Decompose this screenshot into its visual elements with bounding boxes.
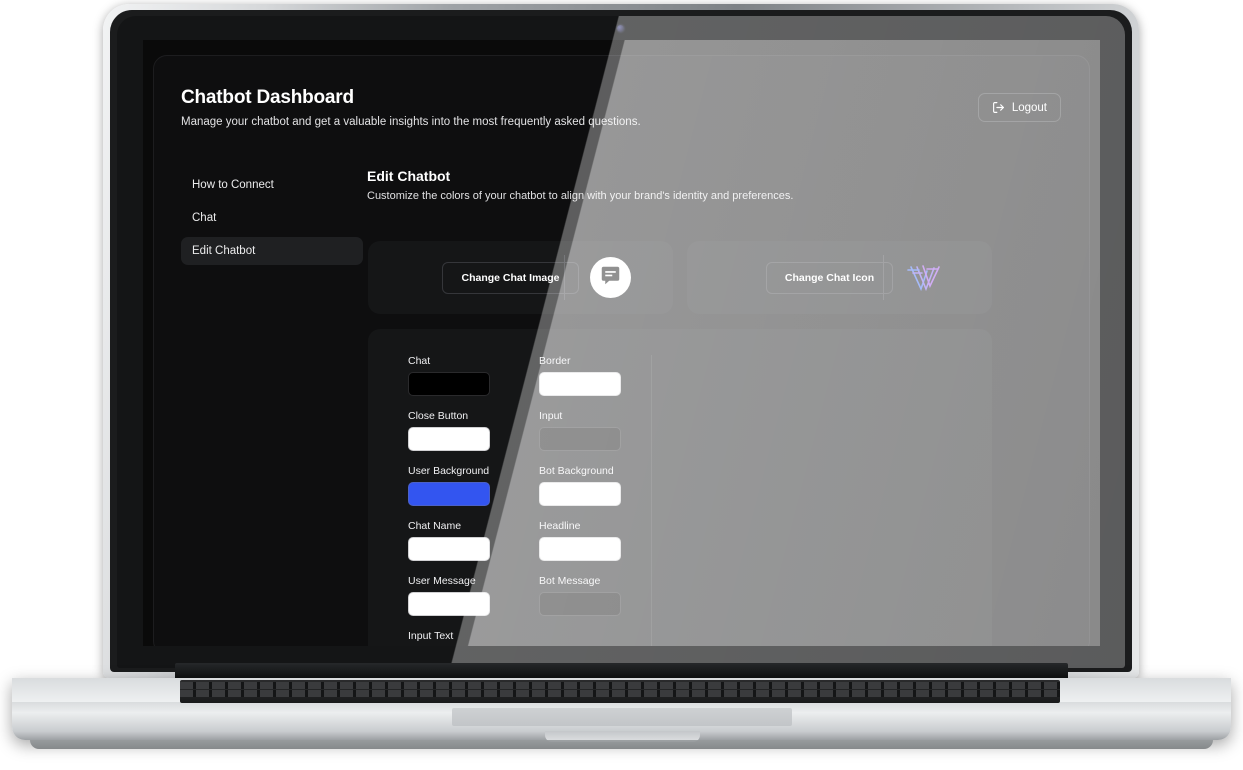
- chat-icon-panel: Change Chat Icon: [687, 241, 992, 314]
- sidebar-item-label: Edit Chatbot: [192, 245, 256, 257]
- sidebar: How to Connect Chat Edit Chatbot: [181, 171, 363, 270]
- swatch-label: Bot Background: [539, 465, 614, 477]
- screenshot-stage: Chatbot Dashboard Manage your chatbot an…: [0, 0, 1243, 770]
- main-heading-block: Edit Chatbot Customize the colors of you…: [367, 168, 1067, 202]
- swatch-color-chat[interactable]: [408, 372, 490, 396]
- sidebar-item-chat[interactable]: Chat: [181, 204, 363, 232]
- swatch-label: Chat: [408, 355, 431, 367]
- asset-panels: Change Chat Image Change Chat Icon: [368, 241, 992, 314]
- swatch-color-user-message[interactable]: [408, 592, 490, 616]
- page-card: Chatbot Dashboard Manage your chatbot an…: [153, 55, 1090, 646]
- swatch-bot-message: Bot Message: [539, 575, 631, 616]
- swatch-color-border[interactable]: [539, 372, 621, 396]
- swatch-label: Bot Message: [539, 575, 601, 587]
- section-subtitle: Customize the colors of your chatbot to …: [367, 190, 794, 202]
- page-subtitle: Manage your chatbot and get a valuable i…: [181, 116, 641, 128]
- laptop-base-foot: [30, 740, 1213, 749]
- logout-button-label: Logout: [1011, 101, 1047, 114]
- webcam-icon: [617, 25, 624, 32]
- swatch-bot-background: Bot Background: [539, 465, 631, 506]
- sidebar-item-label: Chat: [192, 212, 217, 224]
- swatch-label: User Message: [408, 575, 476, 587]
- section-title: Edit Chatbot: [367, 168, 451, 184]
- swatch-color-chat-name[interactable]: [408, 537, 490, 561]
- panel-divider: [564, 255, 565, 300]
- swatch-color-bot-message[interactable]: [539, 592, 621, 616]
- swatch-input-text: Input Text: [408, 630, 500, 646]
- chat-image-preview: [590, 257, 631, 298]
- screen: Chatbot Dashboard Manage your chatbot an…: [143, 40, 1100, 646]
- swatch-chat: Chat: [408, 355, 500, 396]
- sidebar-item-label: How to Connect: [192, 179, 274, 191]
- logout-icon: [992, 101, 1005, 114]
- laptop-keyboard: [180, 680, 1060, 703]
- brand-logo-icon: [903, 262, 947, 294]
- laptop-trackpad: [452, 708, 792, 726]
- change-chat-icon-button[interactable]: Change Chat Icon: [765, 261, 894, 294]
- swatch-chat-name: Chat Name: [408, 520, 500, 561]
- logout-button[interactable]: Logout: [977, 93, 1061, 122]
- page-header: Chatbot Dashboard Manage your chatbot an…: [181, 87, 1061, 128]
- change-chat-image-button[interactable]: Change Chat Image: [442, 261, 579, 294]
- chat-image-panel: Change Chat Image: [368, 241, 673, 314]
- swatch-label: Input: [539, 410, 563, 422]
- swatch-user-message: User Message: [408, 575, 500, 616]
- swatch-spacer: [539, 630, 631, 646]
- panel-divider: [883, 255, 884, 300]
- swatch-label: Headline: [539, 520, 581, 532]
- swatch-label: Close Button: [408, 410, 469, 422]
- swatch-border: Border: [539, 355, 631, 396]
- page-title: Chatbot Dashboard: [181, 87, 354, 108]
- swatch-color-input[interactable]: [539, 427, 621, 451]
- swatch-label: Chat Name: [408, 520, 462, 532]
- color-panel-divider: [651, 355, 652, 646]
- swatch-color-close-button[interactable]: [408, 427, 490, 451]
- color-swatch-grid: Chat Border Close Button Input User Back…: [408, 355, 631, 646]
- swatch-label: Input Text: [408, 630, 454, 642]
- sidebar-item-how-to-connect[interactable]: How to Connect: [181, 171, 363, 199]
- keyboard-row: [180, 682, 1060, 689]
- swatch-color-user-background[interactable]: [408, 482, 490, 506]
- color-settings-panel: Chat Border Close Button Input User Back…: [368, 329, 992, 646]
- swatch-label: Border: [539, 355, 571, 367]
- chat-bubble-icon: [600, 265, 621, 291]
- swatch-close-button: Close Button: [408, 410, 500, 451]
- keyboard-row: [180, 690, 1060, 697]
- swatch-color-headline[interactable]: [539, 537, 621, 561]
- swatch-color-bot-background[interactable]: [539, 482, 621, 506]
- sidebar-item-edit-chatbot[interactable]: Edit Chatbot: [181, 237, 363, 265]
- swatch-user-background: User Background: [408, 465, 500, 506]
- swatch-input: Input: [539, 410, 631, 451]
- swatch-label: User Background: [408, 465, 490, 477]
- swatch-headline: Headline: [539, 520, 631, 561]
